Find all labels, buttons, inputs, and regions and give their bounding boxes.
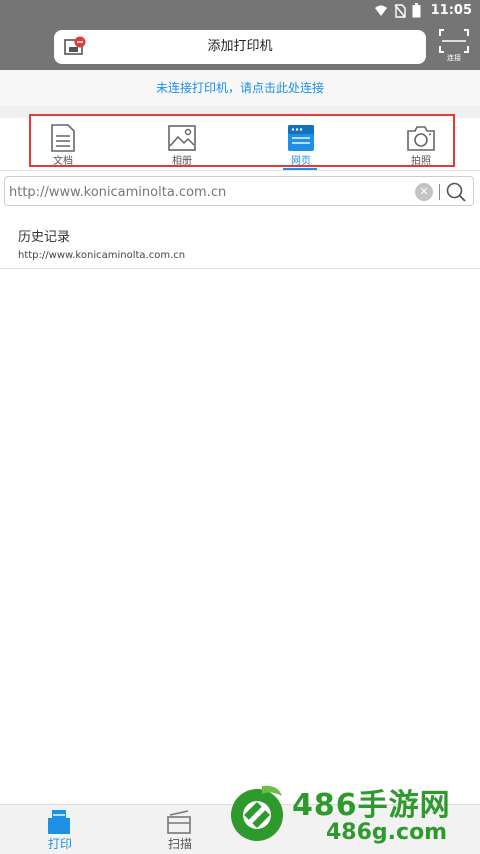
tab-label: 文档 [53, 156, 73, 167]
tab-photo[interactable]: 相册 [152, 116, 212, 167]
watermark: 486手游网 486g.com [222, 776, 480, 852]
divider [0, 170, 480, 171]
scan-label: 连接 [447, 54, 461, 62]
photo-icon [168, 125, 196, 151]
webpage-icon [288, 125, 314, 151]
header-title: 添加打印机 [207, 39, 273, 54]
url-input[interactable] [9, 181, 409, 203]
connect-printer-banner[interactable]: 未连接打印机，请点击此处连接 [0, 70, 480, 106]
scan-frame-icon [439, 29, 469, 53]
status-bar: 11:05 [0, 0, 480, 22]
nav-label: 扫描 [167, 837, 192, 851]
history-title: 历史记录 [18, 230, 71, 245]
tab-webpage[interactable]: 网页 [271, 116, 331, 171]
print-icon [48, 810, 70, 834]
tab-label: 相册 [172, 156, 192, 167]
status-icons: 11:05 [374, 3, 472, 18]
battery-icon [412, 3, 421, 18]
tab-camera[interactable]: 拍照 [391, 116, 451, 167]
document-icon [51, 124, 75, 152]
add-printer-button[interactable]: 添加打印机 [54, 30, 426, 64]
search-icon[interactable] [445, 181, 467, 203]
watermark-title: 486手游网 [292, 788, 451, 823]
nav-label: 打印 [47, 837, 72, 851]
divider [0, 268, 480, 269]
watermark-logo-icon [231, 785, 283, 841]
source-tabs: 文档 相册 网页 拍照 [29, 114, 455, 171]
clear-url-button[interactable]: ✕ [415, 183, 433, 201]
no-sim-icon [394, 3, 406, 18]
scan-icon [167, 810, 191, 834]
camera-icon [407, 126, 435, 151]
nav-scan[interactable]: 扫描 [150, 805, 210, 854]
tab-document[interactable]: 文档 [33, 116, 93, 167]
tab-label: 网页 [291, 156, 311, 167]
wifi-icon [374, 5, 387, 16]
status-time: 11:05 [430, 3, 472, 18]
scan-connect-button[interactable]: 连接 [436, 26, 472, 66]
header: 添加打印机 连接 [0, 22, 480, 70]
history-item[interactable]: http://www.konicaminolta.com.cn [18, 250, 185, 261]
url-separator [439, 184, 440, 200]
url-bar: ✕ [4, 176, 474, 206]
nav-print[interactable]: 打印 [30, 805, 90, 854]
tab-label: 拍照 [411, 156, 431, 167]
watermark-subtitle: 486g.com [326, 820, 448, 845]
